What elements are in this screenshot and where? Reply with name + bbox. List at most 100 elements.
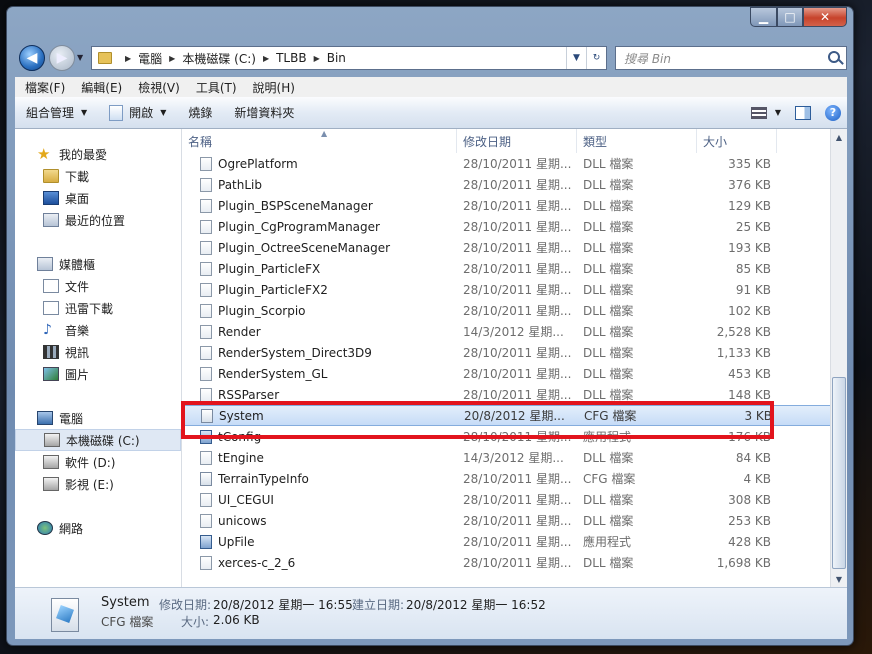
refresh-icon[interactable]: ↻	[586, 47, 606, 69]
table-row[interactable]: Plugin_ParticleFX 28/10/2011 星期... DLL 檔案 8…	[182, 258, 832, 279]
minimize-button[interactable]: ▁	[750, 7, 777, 27]
sidebar-item-favorites[interactable]: ★ 我的最愛	[15, 143, 181, 165]
file-name-cell[interactable]: Plugin_BSPSceneManager	[182, 198, 457, 213]
recent-pages-dropdown[interactable]: ▼	[77, 53, 83, 62]
sidebar-item-libraries[interactable]: 媒體櫃	[15, 253, 181, 275]
sidebar-item-thunder-downloads[interactable]: 迅雷下載	[15, 297, 181, 319]
menu-file[interactable]: 檔案(F)	[17, 79, 73, 96]
file-name-cell[interactable]: unicows	[182, 513, 457, 528]
menu-help[interactable]: 說明(H)	[245, 79, 303, 96]
maximize-button[interactable]: □	[777, 7, 803, 27]
file-name-cell[interactable]: xerces-c_2_6	[182, 555, 457, 570]
organize-button[interactable]: 組合管理 ▼	[15, 97, 98, 128]
file-name-cell[interactable]: OgrePlatform	[182, 156, 457, 171]
chevron-right-icon[interactable]: ▶	[263, 54, 269, 63]
column-header-modified[interactable]: 修改日期	[457, 129, 577, 153]
file-name-cell[interactable]: PathLib	[182, 177, 457, 192]
table-row[interactable]: RenderSystem_Direct3D9 28/10/2011 星期... DL…	[182, 342, 832, 363]
breadcrumb-tlbb[interactable]: TLBB	[276, 51, 306, 65]
file-name-cell[interactable]: Plugin_ParticleFX2	[182, 282, 457, 297]
scroll-down-icon[interactable]: ▼	[831, 571, 847, 587]
file-modified: 28/10/2011 星期...	[463, 346, 572, 360]
chevron-down-icon[interactable]: ▼	[775, 108, 781, 117]
file-type: DLL 檔案	[583, 346, 634, 360]
table-row[interactable]: xerces-c_2_6 28/10/2011 星期... DLL 檔案 1,698 …	[182, 552, 832, 573]
column-header-name[interactable]: 名稱	[182, 129, 457, 153]
scroll-thumb[interactable]	[832, 377, 846, 569]
file-name-cell[interactable]: RSSParser	[182, 387, 457, 402]
chevron-right-icon[interactable]: ▶	[125, 54, 131, 63]
sidebar-item-network[interactable]: 網路	[15, 517, 181, 539]
file-name-cell[interactable]: RenderSystem_Direct3D9	[182, 345, 457, 360]
sidebar-item-computer[interactable]: 電腦	[15, 407, 181, 429]
table-row[interactable]: Plugin_CgProgramManager 28/10/2011 星期... D…	[182, 216, 832, 237]
file-size: 335 KB	[728, 156, 771, 171]
sidebar-item-local-disk-c[interactable]: 本機磁碟 (C:)	[15, 429, 181, 451]
file-name-cell[interactable]: UpFile	[182, 534, 457, 549]
chevron-right-icon[interactable]: ▶	[314, 54, 320, 63]
search-icon[interactable]	[828, 51, 840, 63]
column-header-type[interactable]: 類型	[577, 129, 697, 153]
dll-file-icon	[200, 261, 212, 276]
column-header-size[interactable]: 大小	[697, 129, 777, 153]
chevron-right-icon[interactable]: ▶	[169, 54, 175, 63]
chevron-down-icon: ▼	[160, 108, 167, 117]
scroll-up-icon[interactable]: ▲	[831, 129, 847, 145]
table-row[interactable]: PathLib 28/10/2011 星期... DLL 檔案 376 KB	[182, 174, 832, 195]
file-name-cell[interactable]: tEngine	[182, 450, 457, 465]
sidebar-item-drive-e[interactable]: 影視 (E:)	[15, 473, 181, 495]
file-name-cell[interactable]: Plugin_ParticleFX	[182, 261, 457, 276]
menu-edit[interactable]: 編輯(E)	[73, 79, 130, 96]
table-row[interactable]: Plugin_BSPSceneManager 28/10/2011 星期... DL…	[182, 195, 832, 216]
sidebar-item-music[interactable]: ♪ 音樂	[15, 319, 181, 341]
dll-file-icon	[200, 240, 212, 255]
menu-tools[interactable]: 工具(T)	[188, 79, 245, 96]
change-view-icon[interactable]	[750, 106, 767, 119]
address-bar[interactable]: ▶ 電腦 ▶ 本機磁碟 (C:) ▶ TLBB ▶ Bin ▼ ↻	[91, 46, 607, 70]
file-name-cell[interactable]: TerrainTypeInfo	[182, 471, 457, 486]
table-row[interactable]: Plugin_ParticleFX2 28/10/2011 星期... DLL 檔案…	[182, 279, 832, 300]
breadcrumb-computer[interactable]: 電腦	[138, 50, 162, 67]
sidebar-item-drive-d[interactable]: 軟件 (D:)	[15, 451, 181, 473]
sidebar-item-videos[interactable]: 視訊	[15, 341, 181, 363]
sidebar-item-pictures[interactable]: 圖片	[15, 363, 181, 385]
open-button[interactable]: 開啟 ▼	[98, 97, 177, 128]
new-folder-button[interactable]: 新增資料夾	[223, 97, 305, 128]
sidebar-item-desktop[interactable]: 桌面	[15, 187, 181, 209]
close-button[interactable]: ✕	[803, 7, 847, 27]
file-name-cell[interactable]: Plugin_OctreeSceneManager	[182, 240, 457, 255]
file-name-cell[interactable]: Plugin_Scorpio	[182, 303, 457, 318]
address-dropdown-icon[interactable]: ▼	[566, 47, 586, 69]
file-size: 308 KB	[728, 492, 771, 507]
sidebar-item-documents[interactable]: 文件	[15, 275, 181, 297]
file-name-cell[interactable]: Render	[182, 324, 457, 339]
table-row[interactable]: unicows 28/10/2011 星期... DLL 檔案 253 KB	[182, 510, 832, 531]
video-icon	[43, 345, 59, 359]
vertical-scrollbar[interactable]: ▲ ▼	[830, 129, 847, 587]
dll-file-icon	[200, 366, 212, 381]
sidebar-item-downloads[interactable]: 下載	[15, 165, 181, 187]
navigation-bar: ◀ ▶ ▼ ▶ 電腦 ▶ 本機磁碟 (C:) ▶ TLBB ▶ Bin ▼ ↻ …	[17, 43, 847, 71]
menu-view[interactable]: 檢視(V)	[130, 79, 188, 96]
burn-button[interactable]: 燒錄	[177, 97, 223, 128]
file-name-cell[interactable]: Plugin_CgProgramManager	[182, 219, 457, 234]
help-icon[interactable]: ?	[825, 104, 841, 121]
breadcrumb-bin[interactable]: Bin	[327, 51, 346, 65]
file-name-cell[interactable]: UI_CEGUI	[182, 492, 457, 507]
search-input[interactable]: 搜尋 Bin	[615, 46, 847, 70]
sidebar-item-recent-places[interactable]: 最近的位置	[15, 209, 181, 231]
preview-pane-icon[interactable]	[795, 105, 811, 120]
table-row[interactable]: Plugin_Scorpio 28/10/2011 星期... DLL 檔案 102 …	[182, 300, 832, 321]
table-row[interactable]: TerrainTypeInfo 28/10/2011 星期... CFG 檔案 4 K…	[182, 468, 832, 489]
table-row[interactable]: UI_CEGUI 28/10/2011 星期... DLL 檔案 308 KB	[182, 489, 832, 510]
table-row[interactable]: Plugin_OctreeSceneManager 28/10/2011 星期..…	[182, 237, 832, 258]
table-row[interactable]: OgrePlatform 28/10/2011 星期... DLL 檔案 335 KB	[182, 153, 832, 174]
forward-button[interactable]: ▶	[49, 45, 75, 71]
table-row[interactable]: RenderSystem_GL 28/10/2011 星期... DLL 檔案 453…	[182, 363, 832, 384]
table-row[interactable]: Render 14/3/2012 星期... DLL 檔案 2,528 KB	[182, 321, 832, 342]
breadcrumb-local-disk[interactable]: 本機磁碟 (C:)	[182, 50, 256, 67]
table-row[interactable]: tEngine 14/3/2012 星期... DLL 檔案 84 KB	[182, 447, 832, 468]
back-button[interactable]: ◀	[19, 45, 45, 71]
file-name-cell[interactable]: RenderSystem_GL	[182, 366, 457, 381]
table-row[interactable]: UpFile 28/10/2011 星期... 應用程式 428 KB	[182, 531, 832, 552]
